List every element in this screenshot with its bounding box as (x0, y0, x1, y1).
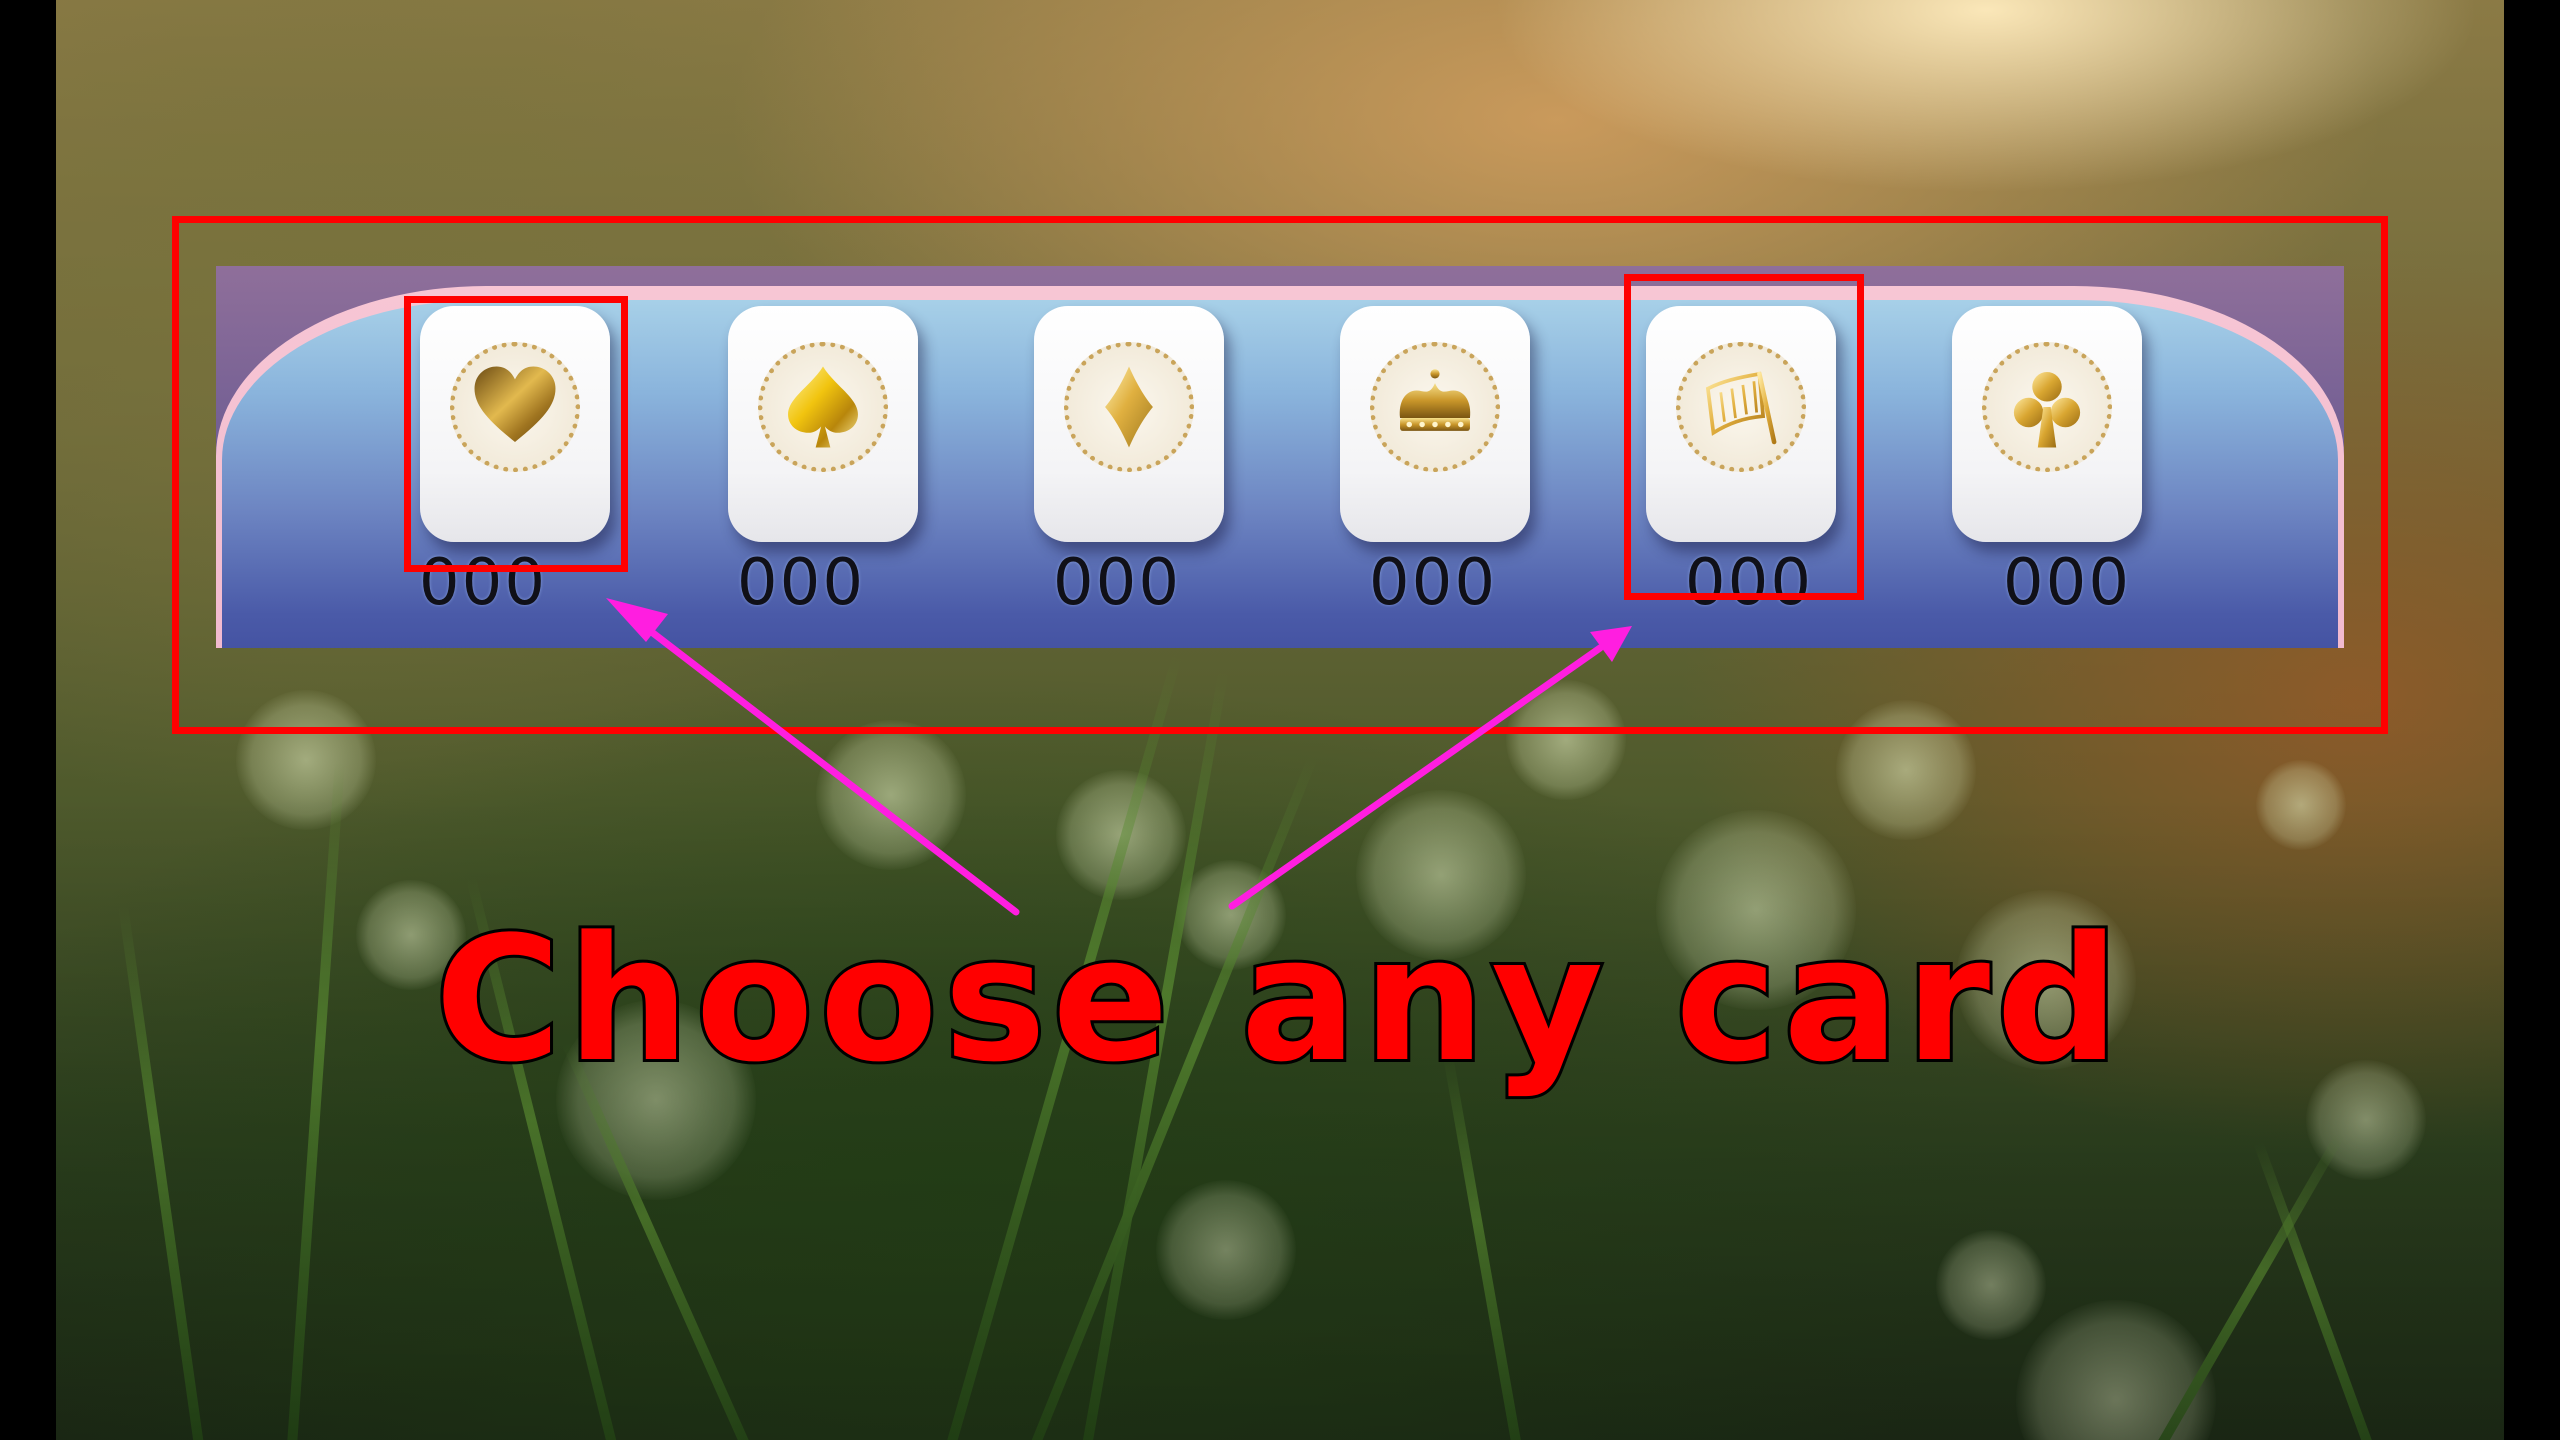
crown-icon (1399, 369, 1471, 431)
flag-icon (1705, 371, 1777, 445)
heart-icon (474, 366, 556, 442)
crown-card[interactable] (1340, 306, 1530, 542)
flag-count: 000 (1684, 546, 1814, 620)
spade-card[interactable] (728, 306, 918, 542)
game-screen: 000 000 000 000 000 000 Choose any card (0, 0, 2560, 1440)
crown-badge (1370, 342, 1500, 472)
club-badge (1982, 342, 2112, 472)
heart-card[interactable] (420, 306, 610, 542)
heart-count: 000 (418, 546, 548, 620)
diamond-card[interactable] (1034, 306, 1224, 542)
diamond-badge (1064, 342, 1194, 472)
club-icon (2013, 372, 2081, 448)
flag-card[interactable] (1646, 306, 1836, 542)
spade-count: 000 (736, 546, 866, 620)
crown-count: 000 (1368, 546, 1498, 620)
spade-icon (788, 366, 858, 448)
instruction-caption: Choose any card (432, 897, 2126, 1103)
heart-badge (450, 342, 580, 472)
background-scene (56, 0, 2504, 1440)
diamond-count: 000 (1052, 546, 1182, 620)
club-card[interactable] (1952, 306, 2142, 542)
flag-badge (1676, 342, 1806, 472)
club-count: 000 (2002, 546, 2132, 620)
card-selection-bar: 000 000 000 000 000 000 (216, 266, 2344, 648)
diamond-icon (1105, 366, 1153, 448)
spade-badge (758, 342, 888, 472)
